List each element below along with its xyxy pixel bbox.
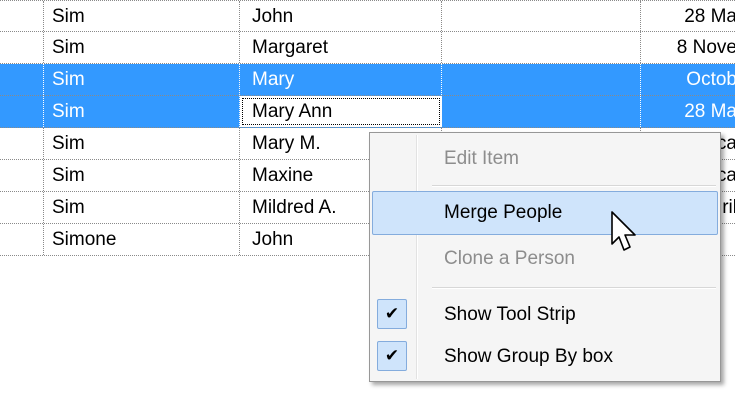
menu-item-label: Clone a Person	[444, 248, 575, 269]
menu-item-merge-people[interactable]: Merge People	[372, 191, 718, 235]
menu-item-edit-item[interactable]: Edit Item	[372, 137, 718, 181]
first-name-cell[interactable]: Margaret	[240, 32, 442, 63]
date-cell[interactable]: Octob	[641, 64, 735, 95]
menu-item-label: Show Group By box	[444, 346, 613, 367]
date-value: Octob	[686, 69, 735, 90]
first-name-cell[interactable]: Mary	[240, 64, 442, 95]
menu-separator	[432, 287, 716, 289]
checkmark-icon: ✔	[377, 299, 407, 329]
last-name-cell[interactable]: Sim	[44, 192, 240, 223]
middle-cell[interactable]	[442, 64, 641, 95]
row-header[interactable]	[0, 32, 44, 63]
last-name-cell[interactable]: Sim	[44, 96, 240, 127]
date-value: 28 Ma	[684, 6, 735, 27]
menu-item-show-tool-strip[interactable]: ✔ Show Tool Strip	[372, 293, 718, 337]
menu-item-label: Merge People	[444, 202, 563, 223]
middle-cell[interactable]	[442, 96, 641, 127]
first-name-cell[interactable]: John	[240, 1, 442, 31]
table-row[interactable]: Sim John 28 Ma	[0, 0, 735, 32]
date-cell[interactable]: 8 Nove	[641, 32, 735, 63]
last-name-cell[interactable]: Simone	[44, 224, 240, 255]
menu-separator	[432, 185, 716, 187]
last-name-cell[interactable]: Sim	[44, 160, 240, 191]
table-row[interactable]: Sim Margaret 8 Nove	[0, 32, 735, 64]
mouse-pointer-icon	[611, 211, 636, 251]
checkmark-icon: ✔	[377, 341, 407, 371]
row-header[interactable]	[0, 1, 44, 31]
last-name-cell[interactable]: Sim	[44, 128, 240, 159]
row-header[interactable]	[0, 128, 44, 159]
menu-item-label: Edit Item	[444, 148, 519, 169]
date-cell[interactable]: 28 Ma	[641, 96, 735, 127]
table-row-selected[interactable]: Sim Mary Ann 28 Ma	[0, 96, 735, 128]
middle-cell[interactable]	[442, 32, 641, 63]
last-name-cell[interactable]: Sim	[44, 64, 240, 95]
menu-item-label: Show Tool Strip	[444, 304, 576, 325]
menu-item-clone-a-person[interactable]: Clone a Person	[372, 237, 718, 281]
date-cell[interactable]: 28 Ma	[641, 1, 735, 31]
table-row-selected[interactable]: Sim Mary Octob	[0, 64, 735, 96]
row-header[interactable]	[0, 224, 44, 255]
first-name-cell-focused[interactable]: Mary Ann	[240, 96, 442, 127]
middle-cell[interactable]	[442, 1, 641, 31]
date-value: 28 Ma	[684, 101, 735, 122]
date-value: ril	[722, 197, 735, 218]
app-window: Sim John 28 Ma Sim Margaret 8 Nove Sim M…	[0, 0, 735, 410]
last-name-cell[interactable]: Sim	[44, 1, 240, 31]
last-name-cell[interactable]: Sim	[44, 32, 240, 63]
menu-item-show-group-by-box[interactable]: ✔ Show Group By box	[372, 335, 718, 379]
row-header[interactable]	[0, 96, 44, 127]
row-header[interactable]	[0, 192, 44, 223]
row-header[interactable]	[0, 160, 44, 191]
context-menu: Edit Item Merge People Clone a Person ✔ …	[369, 132, 721, 382]
date-value: 8 Nove	[676, 37, 735, 58]
row-header[interactable]	[0, 64, 44, 95]
